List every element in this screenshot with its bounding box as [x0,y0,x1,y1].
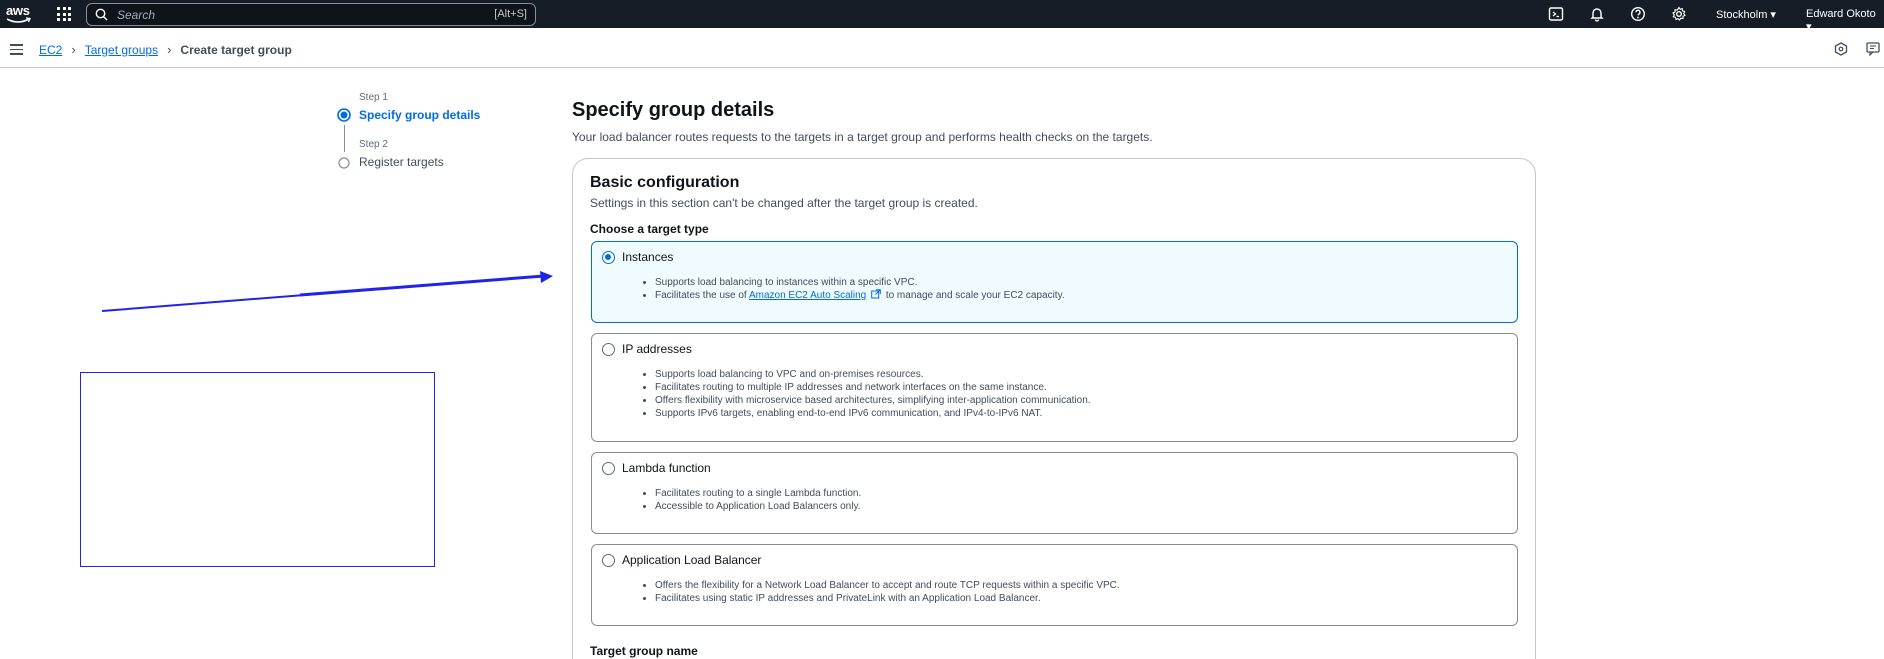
external-link-icon [871,289,881,299]
target-type-lambda-tile[interactable]: Lambda function Facilitates routing to a… [591,452,1518,534]
page-description: Your load balancer routes requests to th… [572,130,1153,144]
section-title: Basic configuration [590,174,740,191]
radio-button[interactable] [602,462,615,475]
tile-bullet: Facilitates using static IP addresses an… [655,592,1120,605]
target-type-label: Choose a target type [590,222,709,236]
breadcrumb-target-groups-link[interactable]: Target groups [85,43,158,57]
step-1-title[interactable]: Specify group details [359,108,480,122]
region-selector[interactable]: Stockholm ▾ [1716,8,1776,21]
section-description: Settings in this section can't be change… [590,196,978,210]
help-icon[interactable] [1630,6,1646,22]
search-placeholder: Search [117,8,156,22]
search-input[interactable]: Search [Alt+S] [86,3,536,26]
breadcrumb-ec2-link[interactable]: EC2 [39,43,62,57]
tile-title: Lambda function [622,461,711,475]
breadcrumb-separator-icon: › [167,42,172,57]
search-shortcut: [Alt+S] [494,8,527,20]
step-1-label: Step 1 [359,92,388,103]
cloudshell-icon[interactable] [1548,6,1564,22]
step-active-icon [337,108,351,122]
tile-bullets: Supports load balancing to VPC and on-pr… [655,368,1091,420]
step-inactive-icon [338,157,350,169]
breadcrumb-bar: EC2 › Target groups › Create target grou… [0,28,1884,68]
aws-logo[interactable]: aws [4,2,34,26]
target-type-instances-tile[interactable]: Instances Supports load balancing to ins… [591,241,1518,323]
basic-configuration-container: Basic configuration Settings in this sec… [572,158,1536,659]
target-group-name-label: Target group name [590,644,698,658]
info-panel-icon[interactable] [1834,42,1848,56]
tile-bullet: Supports load balancing to VPC and on-pr… [655,368,1091,381]
aws-logo-text: aws [6,3,30,18]
tile-title: Application Load Balancer [622,553,762,567]
target-type-ip-addresses-tile[interactable]: IP addresses Supports load balancing to … [591,333,1518,442]
tile-bullets: Supports load balancing to instances wit… [655,276,1065,302]
page-title: Specify group details [572,99,775,121]
tile-bullet: Accessible to Application Load Balancers… [655,500,861,513]
services-menu-icon[interactable] [57,7,71,21]
step-connector [343,125,345,152]
target-type-alb-tile[interactable]: Application Load Balancer Offers the fle… [591,544,1518,626]
radio-button[interactable] [602,554,615,567]
top-navigation: aws Search [Alt+S] Stockholm ▾ Edward Ok… [0,0,1884,33]
tile-bullet: Supports load balancing to instances wit… [655,276,1065,289]
radio-button[interactable] [602,343,615,356]
feedback-panel-icon[interactable] [1866,42,1882,56]
tile-bullet: Facilitates routing to a single Lambda f… [655,487,861,500]
settings-gear-icon[interactable] [1671,6,1687,22]
tile-title: Instances [622,250,674,264]
tile-bullets: Facilitates routing to a single Lambda f… [655,487,861,513]
search-icon [95,8,108,21]
tile-bullet: Facilitates routing to multiple IP addre… [655,381,1091,394]
notifications-bell-icon[interactable] [1589,6,1605,22]
tile-bullet: Facilitates the use of Amazon EC2 Auto S… [655,289,1065,302]
breadcrumb: EC2 › Target groups › Create target grou… [39,42,292,57]
breadcrumb-separator-icon: › [71,42,76,57]
radio-button[interactable] [602,251,615,264]
breadcrumb-current: Create target group [180,42,292,57]
tile-bullet: Supports IPv6 targets, enabling end-to-e… [655,407,1091,420]
ec2-auto-scaling-link[interactable]: Amazon EC2 Auto Scaling [749,290,866,301]
annotation-rectangle [80,372,435,567]
step-2-label: Step 2 [359,139,388,150]
hamburger-menu-icon[interactable] [10,44,23,58]
step-2-title: Register targets [359,155,444,169]
aws-smile-icon [6,17,31,23]
tile-bullets: Offers the flexibility for a Network Loa… [655,579,1120,605]
tile-title: IP addresses [622,342,692,356]
tile-bullet: Offers flexibility with microservice bas… [655,394,1091,407]
tile-bullet: Offers the flexibility for a Network Loa… [655,579,1120,592]
